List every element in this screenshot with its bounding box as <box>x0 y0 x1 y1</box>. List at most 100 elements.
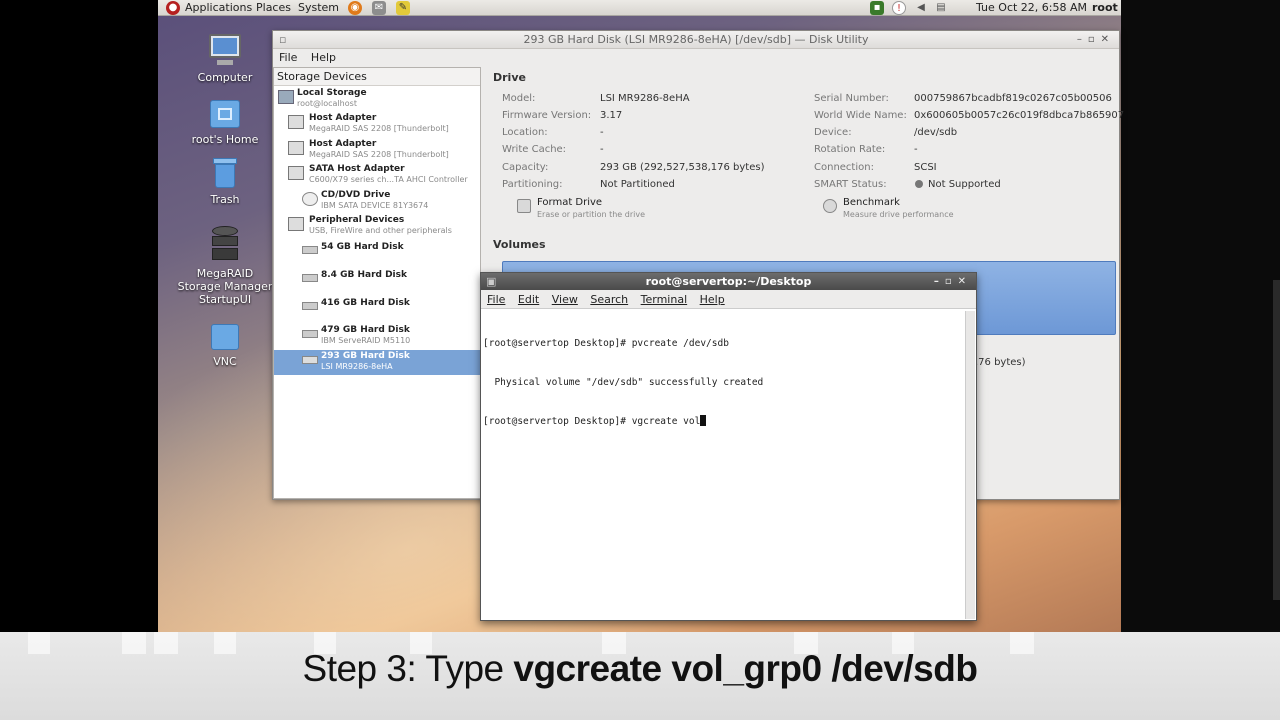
user-menu[interactable]: root <box>1092 1 1118 15</box>
partitioning-value: Not Partitioned <box>600 179 675 190</box>
terminal-window-controls[interactable]: –▫✕ <box>934 273 972 290</box>
disk-utility-menubar: File Help <box>273 49 1119 66</box>
status-app-icon[interactable]: ▪ <box>870 1 884 15</box>
folder-icon <box>207 322 243 352</box>
terminal-output[interactable]: [root@servertop Desktop]# pvcreate /dev/… <box>483 311 965 619</box>
window-menu-icon[interactable]: ▫ <box>279 31 286 49</box>
connection-value: SCSI <box>914 162 937 173</box>
disk-utility-titlebar[interactable]: ▫ 293 GB Hard Disk (LSI MR9286-8eHA) [/d… <box>273 31 1119 49</box>
device-479gb-disk[interactable]: 479 GB Hard Disk IBM ServeRAID M5110 <box>274 324 480 349</box>
right-black-strip <box>1121 0 1280 632</box>
device-subtitle: IBM SATA DEVICE 81Y3674 <box>321 201 429 210</box>
connection-label: Connection: <box>814 162 874 173</box>
adapter-icon <box>288 166 304 180</box>
device-title: SATA Host Adapter <box>309 164 405 174</box>
notes-icon[interactable]: ✎ <box>396 1 410 15</box>
redhat-logo-icon[interactable]: ● <box>166 1 180 15</box>
format-drive-icon <box>517 199 531 213</box>
terminal-menu-search[interactable]: Search <box>590 293 628 306</box>
device-peripheral-devices[interactable]: Peripheral Devices USB, FireWire and oth… <box>274 214 480 239</box>
device-sata-host-adapter[interactable]: SATA Host Adapter C600/X79 series ch...T… <box>274 163 480 188</box>
menu-help[interactable]: Help <box>311 51 336 64</box>
computer-icon <box>278 90 294 104</box>
desktop-icon-megaraid[interactable]: MegaRAID Storage Manager StartupUI <box>176 224 274 306</box>
volumes-heading: Volumes <box>493 238 546 251</box>
terminal-titlebar[interactable]: ▣ root@servertop:~/Desktop –▫✕ <box>481 273 976 290</box>
device-subtitle: IBM ServeRAID M5110 <box>321 336 411 345</box>
terminal-menu-view[interactable]: View <box>552 293 578 306</box>
window-controls[interactable]: –▫✕ <box>1077 31 1115 49</box>
screen: ● Applications Places System ◉ ✉ ✎ ▪ ! ◀… <box>0 0 1280 720</box>
rotation-label: Rotation Rate: <box>814 144 886 155</box>
device-title: Peripheral Devices <box>309 215 405 225</box>
device-title: 479 GB Hard Disk <box>321 325 410 335</box>
desktop-icon-computer[interactable]: Computer <box>180 34 270 84</box>
caption-text: Step 3: Type vgcreate vol_grp0 /dev/sdb <box>0 648 1280 690</box>
serial-value: 000759867bcadbf819c0267c05b00506 <box>914 93 1112 104</box>
capacity-value: 293 GB (292,527,538,176 bytes) <box>600 162 765 173</box>
device-subtitle: LSI MR9286-8eHA <box>321 362 393 371</box>
format-drive-button[interactable]: Format Drive Erase or partition the driv… <box>517 197 697 223</box>
firmware-label: Firmware Version: <box>502 110 592 121</box>
device-title: CD/DVD Drive <box>321 190 391 200</box>
device-label: Device: <box>814 127 852 138</box>
benchmark-button[interactable]: Benchmark Measure drive performance <box>823 197 1003 223</box>
desktop-icon-vnc[interactable]: VNC <box>180 322 270 368</box>
device-title: Host Adapter <box>309 139 377 149</box>
device-title: 54 GB Hard Disk <box>321 242 404 252</box>
menu-system[interactable]: System <box>298 1 339 15</box>
terminal-menu-file[interactable]: File <box>487 293 505 306</box>
benchmark-icon <box>823 199 837 213</box>
format-drive-subtitle: Erase or partition the drive <box>537 210 646 219</box>
device-title: Local Storage <box>297 88 367 98</box>
menu-places[interactable]: Places <box>256 1 291 15</box>
scrollbar[interactable] <box>1273 280 1280 600</box>
menu-file[interactable]: File <box>279 51 297 64</box>
format-drive-title: Format Drive <box>537 197 603 208</box>
partitioning-label: Partitioning: <box>502 179 563 190</box>
smart-value: Not Supported <box>928 179 1001 190</box>
capacity-label: Capacity: <box>502 162 549 173</box>
volume-icon[interactable]: ◀ <box>914 1 928 15</box>
desktop-icon-label: Computer <box>197 71 253 84</box>
device-cd-dvd-drive[interactable]: CD/DVD Drive IBM SATA DEVICE 81Y3674 <box>274 189 480 214</box>
smart-label: SMART Status: <box>814 179 887 190</box>
home-folder-icon <box>207 96 243 130</box>
desktop-icon-label: MegaRAID Storage Manager StartupUI <box>177 267 273 306</box>
storage-devices-panel: Storage Devices Local Storage root@local… <box>273 67 481 499</box>
device-293gb-disk[interactable]: 293 GB Hard Disk LSI MR9286-8eHA <box>274 350 480 375</box>
terminal-title: root@servertop:~/Desktop <box>645 275 812 288</box>
device-subtitle: MegaRAID SAS 2208 [Thunderbolt] <box>309 150 449 159</box>
mail-icon[interactable]: ✉ <box>372 1 386 15</box>
device-subtitle: root@localhost <box>297 99 357 108</box>
adapter-icon <box>288 115 304 129</box>
firefox-icon[interactable]: ◉ <box>348 1 362 15</box>
device-local-storage[interactable]: Local Storage root@localhost <box>274 87 480 112</box>
rotation-value: - <box>914 144 918 155</box>
model-value: LSI MR9286-8eHA <box>600 93 690 104</box>
device-host-adapter-1[interactable]: Host Adapter MegaRAID SAS 2208 [Thunderb… <box>274 112 480 137</box>
desktop-icon-trash[interactable]: Trash <box>180 156 270 206</box>
adapter-icon <box>288 141 304 155</box>
clock[interactable]: Tue Oct 22, 6:58 AM <box>976 1 1087 15</box>
terminal-menu-edit[interactable]: Edit <box>518 293 539 306</box>
device-54gb-disk[interactable]: 54 GB Hard Disk <box>274 240 480 265</box>
device-host-adapter-2[interactable]: Host Adapter MegaRAID SAS 2208 [Thunderb… <box>274 138 480 163</box>
optical-drive-icon <box>302 192 318 206</box>
hard-disk-icon <box>302 330 318 338</box>
model-label: Model: <box>502 93 536 104</box>
terminal-window: ▣ root@servertop:~/Desktop –▫✕ File Edit… <box>480 272 977 621</box>
desktop-icon-home[interactable]: root's Home <box>180 96 270 146</box>
terminal-menu-icon[interactable]: ▣ <box>486 273 496 290</box>
device-title: 8.4 GB Hard Disk <box>321 270 407 280</box>
text-cursor <box>700 415 707 426</box>
caption-prefix: Step 3: Type <box>302 648 514 689</box>
terminal-menu-help[interactable]: Help <box>700 293 725 306</box>
menu-applications[interactable]: Applications <box>185 1 252 15</box>
network-icon[interactable]: ▤ <box>934 1 948 15</box>
update-icon[interactable]: ! <box>892 1 906 15</box>
terminal-menu-terminal[interactable]: Terminal <box>641 293 688 306</box>
device-8gb-disk[interactable]: 8.4 GB Hard Disk <box>274 268 480 293</box>
terminal-scrollbar[interactable] <box>965 311 975 619</box>
device-416gb-disk[interactable]: 416 GB Hard Disk <box>274 296 480 321</box>
